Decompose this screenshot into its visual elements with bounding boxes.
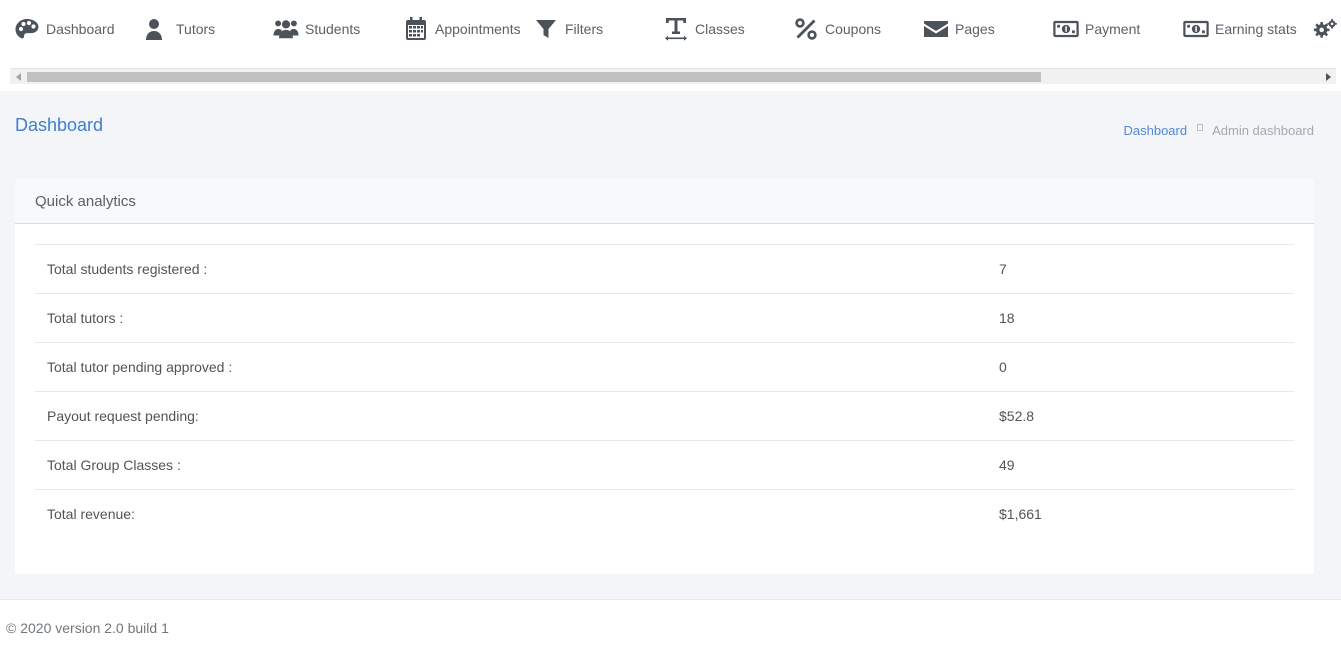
users-icon xyxy=(273,16,299,42)
table-row: Total tutor pending approved : 0 xyxy=(35,342,1294,392)
stat-value: 18 xyxy=(999,310,1015,326)
envelope-icon xyxy=(923,16,949,42)
nav-label: Students xyxy=(305,21,361,37)
nav-item-settings[interactable] xyxy=(1313,14,1341,44)
stat-label: Total tutors : xyxy=(47,310,124,326)
stat-label: Total students registered : xyxy=(47,261,208,277)
breadcrumb-separator-icon xyxy=(1197,124,1204,131)
nav-item-classes[interactable]: Classes xyxy=(663,14,745,44)
nav-label: Filters xyxy=(565,21,604,37)
nav-item-coupons[interactable]: Coupons xyxy=(793,14,881,44)
analytics-table: Total students registered : 7 Total tuto… xyxy=(35,244,1294,539)
nav-item-pages[interactable]: Pages xyxy=(923,14,995,44)
palette-icon xyxy=(14,16,40,42)
page-title: Dashboard xyxy=(15,115,104,135)
filter-icon xyxy=(533,16,559,42)
stat-value: 0 xyxy=(999,359,1007,375)
breadcrumb-current: Admin dashboard xyxy=(1212,123,1314,138)
text-width-icon xyxy=(663,16,689,42)
breadcrumb-link-dashboard[interactable]: Dashboard xyxy=(1123,123,1187,138)
nav-label: Earning stats xyxy=(1215,21,1297,37)
stat-value: 7 xyxy=(999,261,1007,277)
scrollbar-thumb[interactable] xyxy=(27,72,1041,82)
nav-item-students[interactable]: Students xyxy=(273,14,360,44)
footer: © 2020 version 2.0 build 1 xyxy=(0,599,1341,651)
calendar-icon xyxy=(403,16,429,42)
nav-label: Classes xyxy=(695,21,745,37)
horizontal-scrollbar[interactable] xyxy=(10,68,1336,84)
table-row: Total tutors : 18 xyxy=(35,293,1294,343)
card-header: Quick analytics xyxy=(15,179,1314,224)
scroll-right-arrow-icon[interactable] xyxy=(1320,69,1336,85)
nav-item-filters[interactable]: Filters xyxy=(533,14,603,44)
main-content: Dashboard Dashboard Admin dashboard Quic… xyxy=(0,91,1341,599)
user-icon xyxy=(141,16,167,42)
nav-item-payment[interactable]: Payment xyxy=(1053,14,1140,44)
money-bill-icon xyxy=(1053,16,1079,42)
gears-icon xyxy=(1313,16,1339,42)
nav-item-tutors[interactable]: Tutors xyxy=(141,14,215,44)
nav-item-dashboard[interactable]: Dashboard xyxy=(14,14,115,44)
nav-label: Pages xyxy=(955,21,995,37)
top-navigation: Dashboard Tutors Students Appointments F… xyxy=(0,0,1341,68)
stat-label: Total revenue: xyxy=(47,506,135,523)
money-bill-icon xyxy=(1183,16,1209,42)
breadcrumb: Dashboard Admin dashboard xyxy=(1123,123,1314,138)
stat-value: 49 xyxy=(999,457,1015,473)
nav-label: Coupons xyxy=(825,21,882,37)
stat-label: Payout request pending: xyxy=(47,408,199,424)
nav-label: Appointments xyxy=(435,21,521,37)
nav-label: Payment xyxy=(1085,21,1141,37)
quick-analytics-card: Quick analytics Total students registere… xyxy=(15,179,1314,574)
nav-label: Dashboard xyxy=(46,21,115,37)
stat-label: Total tutor pending approved : xyxy=(47,359,233,375)
stat-value: $1,661 xyxy=(999,506,1042,523)
nav-item-appointments[interactable]: Appointments xyxy=(403,14,521,44)
table-row: Total Group Classes : 49 xyxy=(35,440,1294,490)
stat-label: Total Group Classes : xyxy=(47,457,181,473)
stat-value: $52.8 xyxy=(999,408,1035,424)
table-row: Total students registered : 7 xyxy=(35,244,1294,294)
table-row: Total revenue: $1,661 xyxy=(35,489,1294,539)
nav-item-earning-stats[interactable]: Earning stats xyxy=(1183,14,1297,44)
nav-label: Tutors xyxy=(176,21,216,37)
percent-icon xyxy=(793,16,819,42)
table-row: Payout request pending: $52.8 xyxy=(35,391,1294,441)
scroll-left-arrow-icon[interactable] xyxy=(10,69,26,85)
footer-copyright: © 2020 version 2.0 build 1 xyxy=(6,620,169,636)
